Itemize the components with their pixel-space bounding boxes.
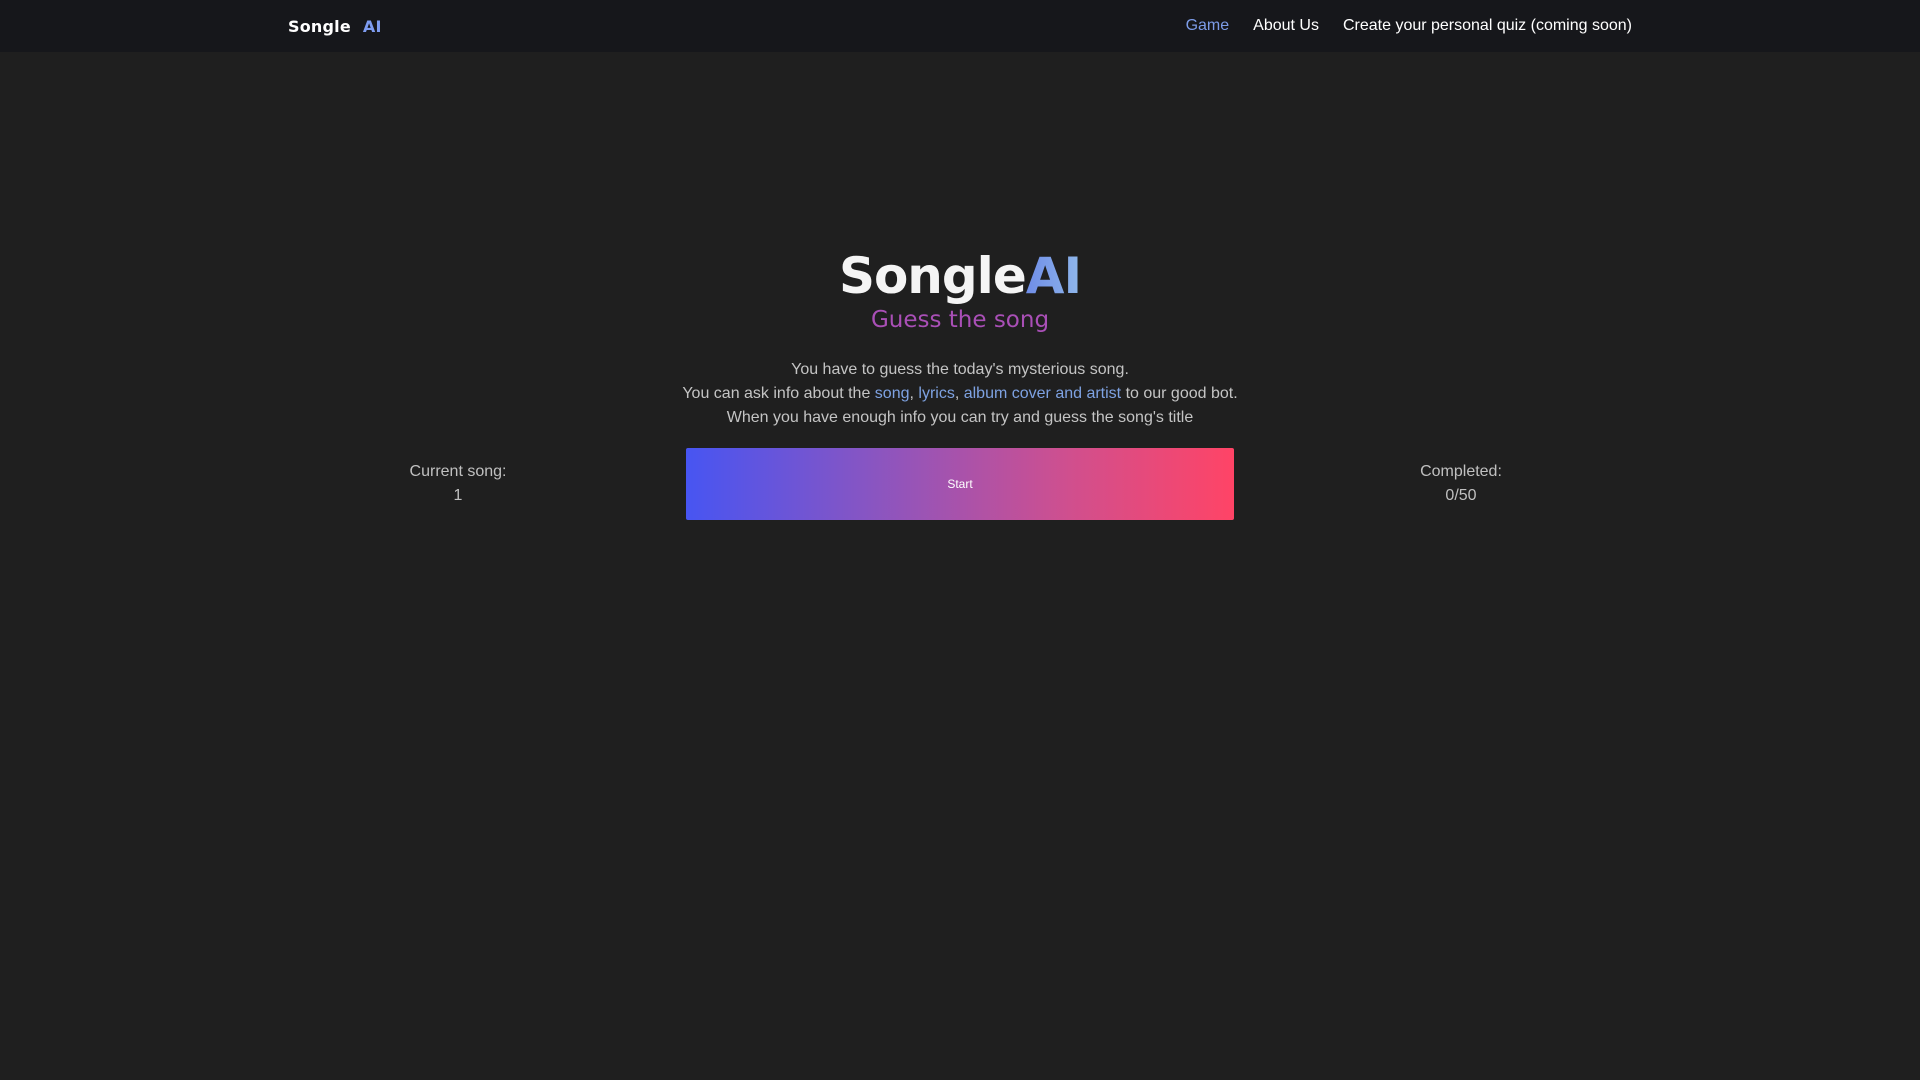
highlight-lyrics: lyrics [918,385,955,402]
completed-stat: Completed: 0/50 [1381,460,1541,508]
hero-logo-word: Songle [838,247,1027,305]
current-song-label: Current song: [409,463,507,480]
hero-tagline: Guess the song [870,307,1050,333]
brand-logo-link[interactable]: Songle AI [288,14,382,38]
brand-word: Songle [288,16,351,36]
nav-links: Game About Us Create your personal quiz … [1162,14,1632,38]
description-line-2-suffix: to our good bot. [1121,385,1238,402]
current-song-value: 1 [453,487,463,504]
highlight-song: song [874,385,910,402]
completed-label: Completed: [1420,463,1502,480]
hero-logo-ai: AI [1025,247,1082,305]
hero-logo: SongleAI [0,248,1920,304]
completed-value: 0/50 [1445,487,1477,504]
start-button[interactable]: Start [686,448,1234,520]
brand-ai: AI [362,16,382,36]
description-line-2: You can ask info about the song, lyrics,… [0,382,1920,406]
description-line-1: You have to guess the today's mysterious… [791,361,1129,378]
highlight-album-cover-artist: album cover and artist [963,385,1122,402]
nav-link-game[interactable]: Game [1186,17,1230,35]
nav-link-create-quiz[interactable]: Create your personal quiz (coming soon) [1343,17,1632,35]
navbar: Songle AI Game About Us Create your pers… [0,0,1920,52]
hero-section: SongleAI Guess the song You have to gues… [0,248,1920,430]
nav-link-about-us[interactable]: About Us [1253,17,1319,35]
separator-2: , [954,385,964,402]
current-song-stat: Current song: 1 [378,460,538,508]
description-line-2-prefix: You can ask info about the [682,385,875,402]
description-line-3: When you have enough info you can try an… [726,409,1194,426]
game-description: You have to guess the today's mysterious… [0,358,1920,430]
